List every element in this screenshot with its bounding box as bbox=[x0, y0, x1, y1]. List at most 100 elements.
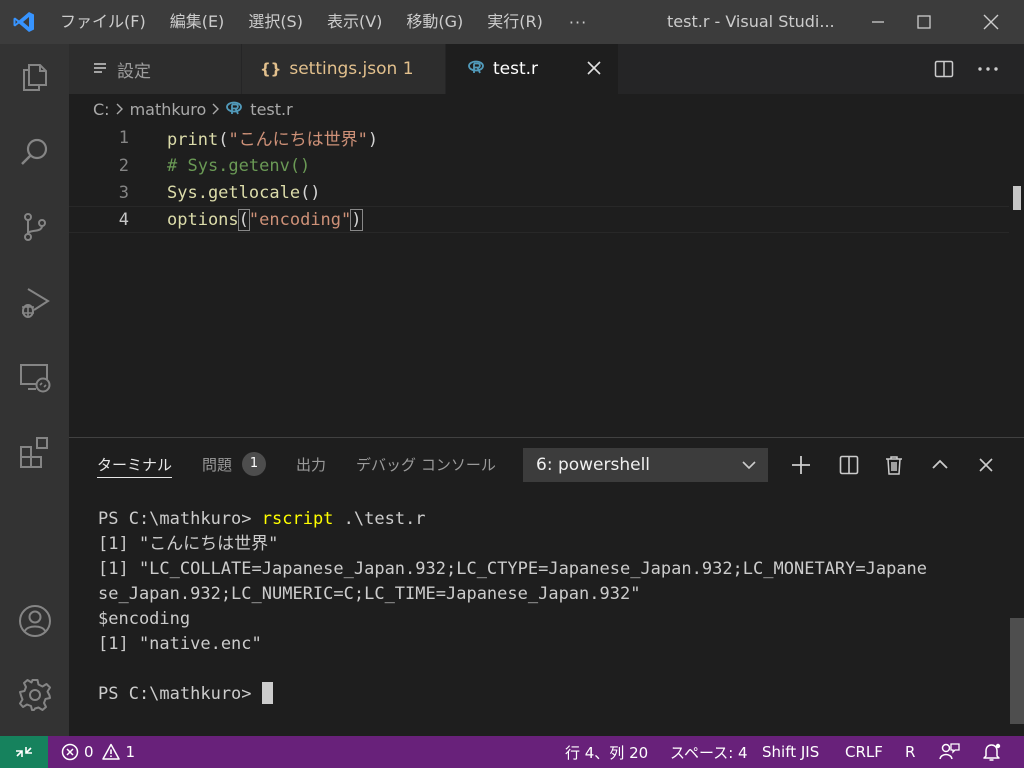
list-icon bbox=[93, 59, 107, 79]
code-line: 2 # Sys.getenv() bbox=[69, 152, 1009, 179]
maximize-icon bbox=[917, 15, 931, 29]
eol-status[interactable]: CRLF bbox=[845, 736, 883, 768]
warning-icon bbox=[101, 743, 120, 760]
tab-problems[interactable]: 問題 1 bbox=[202, 438, 267, 490]
code-editor[interactable]: 1 print("こんにちは世界") 2 # Sys.getenv() 3 Sy… bbox=[69, 124, 1024, 437]
tab-label: 設定 bbox=[117, 61, 151, 82]
code-token: ( bbox=[218, 130, 229, 150]
encoding-status[interactable]: Shift JIS bbox=[762, 736, 819, 768]
extensions-button[interactable] bbox=[0, 427, 69, 477]
notifications-button[interactable] bbox=[982, 736, 1002, 768]
close-tab-button[interactable] bbox=[586, 60, 602, 81]
chevron-right-icon bbox=[116, 100, 124, 119]
problems-status[interactable]: 0 1 bbox=[61, 736, 135, 768]
terminal-prompt: PS C:\mathkuro> bbox=[98, 684, 262, 704]
terminal-select[interactable]: 6: powershell bbox=[523, 448, 768, 482]
run-debug-button[interactable] bbox=[0, 277, 69, 327]
code-token: "こんにちは世界" bbox=[228, 130, 368, 150]
code-text: Sys.getlocale() bbox=[167, 183, 321, 203]
split-editor-icon bbox=[934, 60, 954, 78]
problems-count-badge: 1 bbox=[242, 452, 267, 476]
remote-indicator-button[interactable] bbox=[0, 736, 48, 768]
search-icon bbox=[20, 138, 47, 165]
menu-edit[interactable]: 編集(E) bbox=[158, 0, 237, 44]
remote-icon bbox=[16, 747, 32, 757]
terminal-line: [1] "native.enc" bbox=[98, 634, 262, 654]
account-icon bbox=[18, 605, 51, 637]
terminal-line: se_Japan.932;LC_NUMERIC=C;LC_TIME=Japane… bbox=[98, 584, 641, 604]
kill-terminal-button[interactable] bbox=[878, 449, 910, 481]
panel-tabs: ターミナル 問題 1 出力 デバッグ コンソール bbox=[97, 438, 526, 490]
close-icon bbox=[979, 458, 993, 472]
r-file-icon bbox=[468, 59, 484, 79]
close-panel-button[interactable] bbox=[970, 449, 1002, 481]
trash-icon bbox=[886, 456, 902, 475]
breadcrumb-folder[interactable]: mathkuro bbox=[130, 100, 207, 119]
terminal-scrollbar[interactable] bbox=[1010, 618, 1024, 724]
terminal-select-value: 6: powershell bbox=[536, 455, 651, 475]
error-count: 0 bbox=[84, 743, 94, 761]
vscode-logo-icon bbox=[0, 0, 48, 44]
tab-settings-json[interactable]: {} settings.json 1 bbox=[242, 44, 445, 94]
chevron-up-icon bbox=[932, 459, 948, 469]
window-title: test.r - Visual Studi... bbox=[667, 12, 835, 31]
split-editor-button[interactable] bbox=[922, 60, 966, 78]
maximize-button[interactable] bbox=[902, 0, 946, 44]
split-terminal-button[interactable] bbox=[833, 449, 865, 481]
gear-icon bbox=[18, 679, 51, 711]
accounts-button[interactable] bbox=[0, 596, 69, 646]
feedback-button[interactable] bbox=[938, 736, 960, 768]
terminal-output[interactable]: PS C:\mathkuro> rscript .\test.r [1] "こんに… bbox=[98, 507, 927, 707]
overview-ruler-cursor bbox=[1013, 186, 1021, 210]
tab-label: test.r bbox=[493, 59, 539, 79]
more-actions-button[interactable] bbox=[966, 66, 1010, 72]
tab-debug-console[interactable]: デバッグ コンソール bbox=[356, 438, 496, 490]
terminal-cursor bbox=[261, 682, 273, 704]
tab-settings[interactable]: 設定 bbox=[69, 44, 241, 94]
tab-terminal[interactable]: ターミナル bbox=[97, 438, 173, 490]
code-token: print bbox=[167, 130, 219, 150]
terminal-line: [1] "LC_COLLATE=Japanese_Japan.932;LC_CT… bbox=[98, 559, 928, 579]
terminal-line: PS C:\mathkuro> bbox=[98, 682, 927, 707]
source-control-button[interactable] bbox=[0, 202, 69, 252]
remote-explorer-button[interactable] bbox=[0, 352, 69, 402]
menu-go[interactable]: 移動(G) bbox=[394, 0, 475, 44]
code-token: "encoding" bbox=[248, 209, 352, 230]
menu-view[interactable]: 表示(V) bbox=[315, 0, 394, 44]
extensions-icon bbox=[19, 437, 48, 468]
breadcrumb-drive[interactable]: C: bbox=[93, 100, 110, 119]
breadcrumb-file[interactable]: test.r bbox=[250, 100, 292, 119]
tab-problems-label: 問題 bbox=[202, 455, 233, 474]
language-mode-status[interactable]: R bbox=[905, 736, 915, 768]
chevron-right-icon bbox=[212, 100, 220, 119]
terminal-prompt: PS C:\mathkuro> bbox=[98, 509, 262, 529]
search-button[interactable] bbox=[0, 127, 69, 177]
indentation-status[interactable]: スペース: 4 bbox=[670, 736, 748, 768]
tab-output[interactable]: 出力 bbox=[296, 438, 326, 490]
code-text: # Sys.getenv() bbox=[167, 156, 310, 176]
explorer-button[interactable] bbox=[0, 52, 69, 102]
manage-button[interactable] bbox=[0, 670, 69, 720]
code-text: print("こんにちは世界") bbox=[167, 125, 378, 150]
line-number: 4 bbox=[118, 209, 129, 230]
menu-run[interactable]: 実行(R) bbox=[475, 0, 555, 44]
tab-test-r[interactable]: test.r bbox=[446, 44, 618, 94]
source-control-icon bbox=[23, 213, 46, 241]
editor-tab-bar: 設定 {} settings.json 1 test.r bbox=[69, 44, 1024, 94]
menu-more-button[interactable]: ··· bbox=[555, 13, 601, 32]
maximize-panel-button[interactable] bbox=[924, 449, 956, 481]
menu-file[interactable]: ファイル(F) bbox=[48, 0, 158, 44]
new-terminal-button[interactable] bbox=[785, 449, 817, 481]
code-line: 1 print("こんにちは世界") bbox=[69, 124, 1009, 151]
menu-selection[interactable]: 選択(S) bbox=[236, 0, 315, 44]
minimize-button[interactable] bbox=[856, 0, 900, 44]
r-file-icon bbox=[226, 100, 243, 119]
editor-actions bbox=[922, 44, 1024, 94]
code-line: 3 Sys.getlocale() bbox=[69, 179, 1009, 206]
cursor-position-status[interactable]: 行 4、列 20 bbox=[565, 736, 648, 768]
feedback-icon bbox=[939, 743, 960, 760]
close-window-button[interactable] bbox=[969, 0, 1013, 44]
code-token: ) bbox=[367, 130, 379, 150]
bell-icon bbox=[983, 743, 1001, 761]
